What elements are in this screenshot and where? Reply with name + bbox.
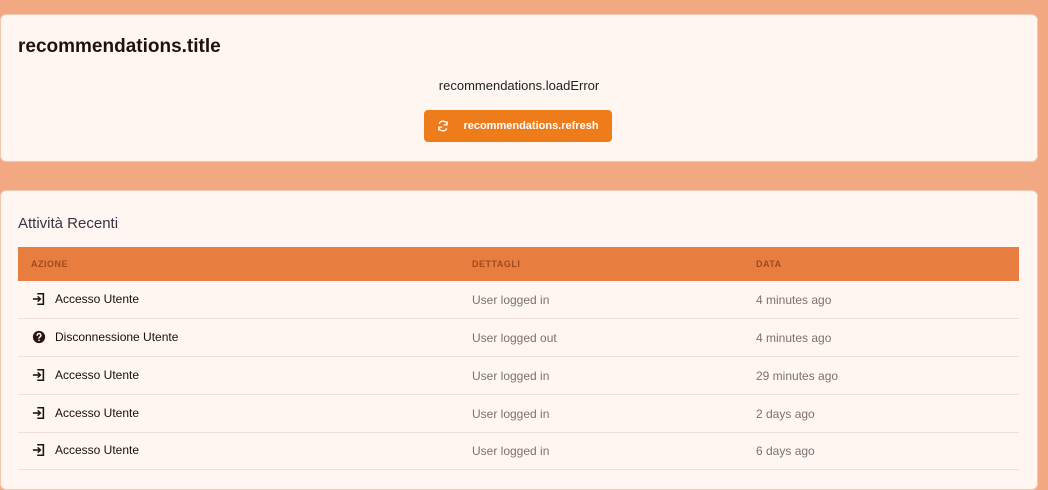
action-cell: Accesso Utente	[32, 441, 139, 459]
column-header-action: AZIONE	[31, 259, 69, 269]
date-cell: 2 days ago	[756, 407, 815, 421]
details-cell: User logged in	[472, 407, 550, 421]
login-icon	[32, 406, 45, 420]
recommendations-card: recommendations.title recommendations.lo…	[0, 14, 1038, 162]
login-icon	[32, 368, 45, 382]
action-label: Disconnessione Utente	[55, 330, 179, 344]
login-icon	[32, 292, 45, 306]
table-row: Accesso Utente User logged in 6 days ago	[18, 432, 1019, 470]
table-row: Accesso Utente User logged in 4 minutes …	[18, 281, 1019, 319]
activity-table-header: AZIONE DETTAGLI DATA	[18, 247, 1019, 281]
action-label: Accesso Utente	[55, 443, 140, 457]
action-cell: Accesso Utente	[32, 404, 139, 422]
date-cell: 29 minutes ago	[756, 369, 839, 383]
recommendations-error-message: recommendations.loadError	[438, 78, 600, 93]
date-cell: 6 days ago	[756, 444, 815, 458]
table-row: Accesso Utente User logged in 29 minutes…	[18, 357, 1019, 395]
recent-activity-title: Attività Recenti	[18, 215, 119, 232]
recent-activity-card: Attività Recenti AZIONE DETTAGLI DATA Ac…	[0, 190, 1038, 490]
table-row: Accesso Utente User logged in 2 days ago	[18, 395, 1019, 433]
login-icon	[32, 443, 45, 457]
column-header-details: DETTAGLI	[472, 259, 521, 269]
details-cell: User logged in	[472, 293, 550, 307]
question-circle-icon	[32, 330, 46, 344]
refresh-button[interactable]: recommendations.refresh	[424, 110, 612, 142]
table-row: Disconnessione Utente User logged out 4 …	[18, 319, 1019, 357]
action-label: Accesso Utente	[55, 292, 140, 306]
action-label: Accesso Utente	[55, 406, 140, 420]
column-header-date: DATA	[756, 259, 782, 269]
details-cell: User logged in	[472, 444, 550, 458]
action-cell: Disconnessione Utente	[32, 328, 178, 346]
date-cell: 4 minutes ago	[756, 293, 832, 307]
details-cell: User logged out	[472, 331, 557, 345]
action-cell: Accesso Utente	[32, 366, 139, 384]
refresh-icon	[438, 120, 449, 132]
details-cell: User logged in	[472, 369, 550, 383]
date-cell: 4 minutes ago	[756, 331, 832, 345]
action-label: Accesso Utente	[55, 368, 140, 382]
refresh-button-label: recommendations.refresh	[463, 120, 599, 132]
recommendations-title: recommendations.title	[18, 36, 221, 57]
action-cell: Accesso Utente	[32, 290, 139, 308]
